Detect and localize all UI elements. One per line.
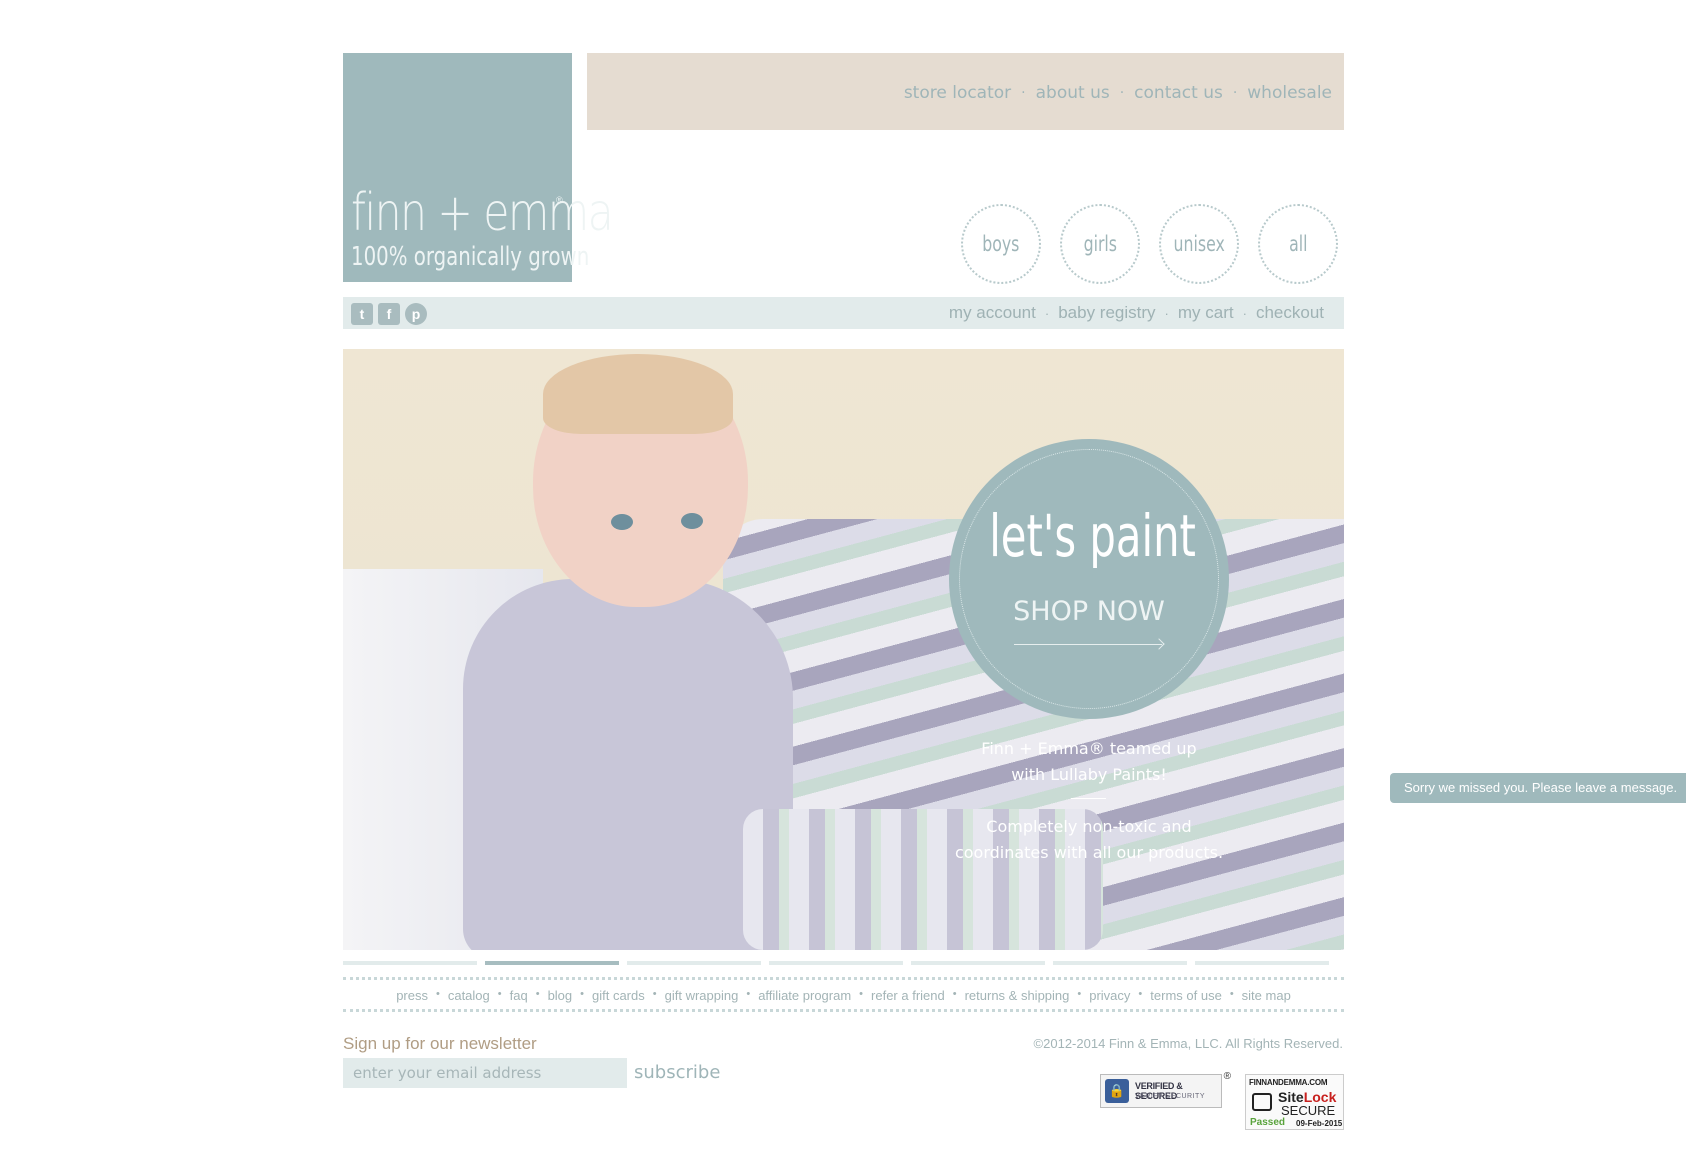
category-label: all <box>1288 232 1308 256</box>
hero-banner[interactable]: let's paint SHOP NOW Finn + Emma® teamed… <box>343 349 1344 950</box>
logo[interactable]: finn + emma ® 100% organically grown <box>343 53 614 282</box>
bullet-separator: • <box>746 988 751 1000</box>
shop-now-badge[interactable]: let's paint SHOP NOW <box>949 439 1229 719</box>
verified-secured-badge[interactable]: 🔒 VERIFIED & SECURED VERIFY SECURITY ® <box>1100 1071 1231 1108</box>
chat-tab[interactable]: Sorry we missed you. Please leave a mess… <box>1390 773 1686 803</box>
separator: · <box>1021 85 1026 101</box>
category-label: unisex <box>1173 232 1225 256</box>
bullet-separator: • <box>535 988 540 1000</box>
separator: · <box>1044 305 1050 321</box>
badge-text: VERIFY SECURITY <box>1135 1093 1205 1100</box>
top-nav-store-locator[interactable]: store locator <box>904 83 1011 103</box>
sitelock-date: 09-Feb-2015 <box>1296 1119 1343 1128</box>
copyright: ©2012-2014 Finn & Emma, LLC. All Rights … <box>1033 1036 1343 1051</box>
footer-link[interactable]: affiliate program <box>758 988 851 1003</box>
registered-mark: ® <box>1223 1071 1231 1082</box>
account-nav-my-cart[interactable]: my cart <box>1178 303 1234 323</box>
footer-link[interactable]: site map <box>1242 988 1291 1003</box>
slider-indicator[interactable] <box>1195 961 1329 965</box>
newsletter-title: Sign up for our newsletter <box>343 1034 537 1053</box>
badge-domain: FINNANDEMMA.COM <box>1249 1078 1328 1087</box>
footer-link[interactable]: returns & shipping <box>965 988 1070 1003</box>
footer-link[interactable]: privacy <box>1089 988 1130 1003</box>
bullet-separator: • <box>1138 988 1143 1000</box>
promo-text-line: Completely non-toxic and <box>986 817 1192 836</box>
account-nav-baby-registry[interactable]: baby registry <box>1058 303 1155 323</box>
divider <box>343 977 1344 980</box>
bullet-separator: • <box>1077 988 1082 1000</box>
logo-tagline: 100% organically grown <box>351 242 590 272</box>
top-nav-about-us[interactable]: about us <box>1036 83 1110 103</box>
newsletter-email-input[interactable] <box>343 1058 627 1088</box>
bullet-separator: • <box>952 988 957 1000</box>
slider-indicator[interactable] <box>343 961 477 965</box>
footer-link[interactable]: refer a friend <box>871 988 945 1003</box>
hero-photo-eye <box>681 513 703 529</box>
sitelock-badge[interactable]: FINNANDEMMA.COM SiteLock SECURE Passed 0… <box>1245 1074 1344 1130</box>
category-label: boys <box>982 232 1020 256</box>
facebook-icon[interactable]: f <box>378 303 400 325</box>
account-bar: t f p my account · baby registry · my ca… <box>343 297 1344 329</box>
slider-indicator[interactable] <box>627 961 761 965</box>
badge-ring <box>959 449 1219 709</box>
category-girls-button[interactable]: girls <box>1060 204 1140 284</box>
hero-photo-eye <box>611 514 633 530</box>
bullet-separator: • <box>859 988 864 1000</box>
sitelock-status: Passed <box>1250 1117 1286 1128</box>
logo-registered-mark: ® <box>556 195 563 205</box>
category-unisex-button[interactable]: unisex <box>1159 204 1239 284</box>
bullet-separator: • <box>652 988 657 1000</box>
promo-text-line: Finn + Emma® teamed up <box>981 739 1197 758</box>
subscribe-button[interactable]: subscribe <box>634 1062 720 1083</box>
pinterest-icon[interactable]: p <box>405 303 427 325</box>
category-label: girls <box>1083 232 1117 256</box>
category-boys-button[interactable]: boys <box>961 204 1041 284</box>
hero-photo-baby-hair <box>543 354 733 434</box>
promo-headline: let's paint <box>989 502 1196 570</box>
bullet-separator: • <box>1229 988 1234 1000</box>
separator: · <box>1242 305 1247 321</box>
divider <box>343 1009 1344 1012</box>
account-nav-checkout[interactable]: checkout <box>1256 303 1324 323</box>
top-nav-contact-us[interactable]: contact us <box>1134 83 1223 103</box>
arrow-right-icon <box>1014 644 1162 645</box>
lock-icon <box>1252 1093 1272 1111</box>
top-nav-bar: store locator · about us · contact us · … <box>587 53 1344 130</box>
footer-link[interactable]: faq <box>510 988 528 1003</box>
bullet-separator: • <box>497 988 502 1000</box>
top-nav: store locator · about us · contact us · … <box>904 83 1332 103</box>
footer-link[interactable]: gift cards <box>592 988 645 1003</box>
slider-indicator[interactable] <box>911 961 1045 965</box>
twitter-icon[interactable]: t <box>351 303 373 325</box>
category-all-button[interactable]: all <box>1258 204 1338 284</box>
promo-text-line: with Lullaby Paints! <box>1011 765 1167 784</box>
separator: · <box>1164 305 1169 321</box>
shop-now-label: SHOP NOW <box>1013 596 1165 627</box>
lock-icon: 🔒 <box>1105 1079 1129 1103</box>
account-nav: my account · baby registry · my cart · c… <box>949 303 1324 323</box>
footer-link[interactable]: gift wrapping <box>665 988 739 1003</box>
slider-indicator[interactable] <box>485 961 619 965</box>
account-nav-my-account[interactable]: my account <box>949 303 1036 323</box>
promo-text-line: coordinates with all our products. <box>954 843 1224 862</box>
footer-link[interactable]: press <box>396 988 428 1003</box>
footer-links: press • catalog • faq • blog • gift cards • gift w… <box>343 988 1344 1003</box>
footer-link[interactable]: catalog <box>448 988 490 1003</box>
separator: · <box>1119 85 1125 101</box>
top-nav-wholesale[interactable]: wholesale <box>1247 83 1332 103</box>
separator: · <box>1232 85 1238 101</box>
bullet-separator: • <box>435 988 440 1000</box>
logo-brand: finn + emma <box>351 183 614 243</box>
slider-indicator[interactable] <box>769 961 903 965</box>
footer-link[interactable]: terms of use <box>1150 988 1222 1003</box>
bullet-separator: • <box>580 988 584 1000</box>
footer-link[interactable]: blog <box>548 988 573 1003</box>
slider-indicator[interactable] <box>1053 961 1187 965</box>
sitelock-secure: SECURE <box>1281 1103 1336 1118</box>
promo-divider <box>1071 798 1106 799</box>
